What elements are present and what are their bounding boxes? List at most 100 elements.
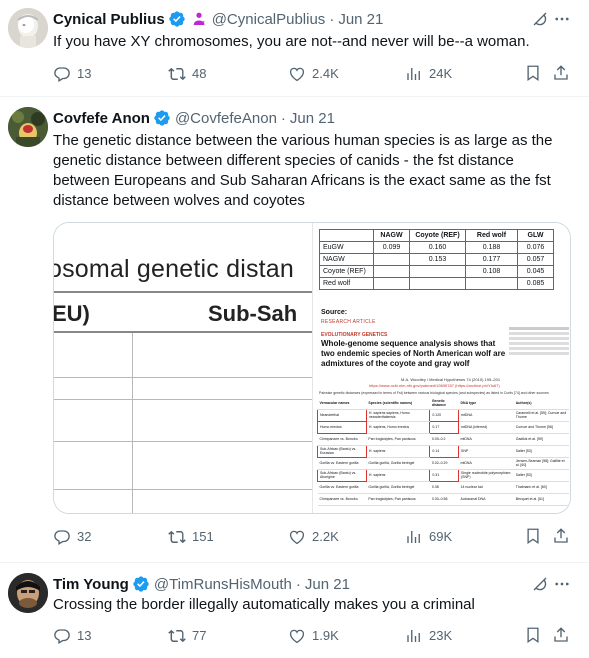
more-options-icon[interactable] (553, 575, 571, 593)
share-icon[interactable] (552, 626, 570, 644)
tweet-2[interactable]: Covfefe Anon @CovfefeAnon · Jun 21 The g… (0, 97, 589, 563)
tweet-date[interactable]: Jun 21 (338, 11, 383, 28)
author-handle[interactable]: @TimRunsHisMouth (154, 576, 292, 593)
share-icon[interactable] (552, 64, 570, 82)
species-cell: Sub-African (Bantu) vs. Eurasian (317, 444, 367, 458)
bookmark-icon[interactable] (524, 64, 542, 82)
bookmark-icon[interactable] (524, 626, 542, 644)
species-cell: mtDNA (458, 457, 514, 470)
species-cell: H. sapiens (366, 469, 430, 482)
author-handle[interactable]: @CovfefeAnon (175, 110, 277, 127)
views-icon (407, 630, 420, 642)
species-cell: mtDNA (458, 433, 514, 446)
tweet-actions: 32 151 2.2K 69K (53, 527, 573, 547)
fst-cell (409, 265, 466, 278)
fst-table: NAGW Coyote (REF) Red wolf GLW EuGW 0.09… (319, 229, 554, 290)
tweet-actions: 13 77 1.9K 23K (53, 626, 573, 646)
species-cell: 0.02–0.29 (429, 457, 459, 470)
more-options-icon[interactable] (553, 10, 571, 28)
reply-button[interactable]: 32 (53, 527, 91, 547)
image-grid-line (54, 399, 312, 400)
tweet-date[interactable]: Jun 21 (305, 576, 350, 593)
species-cell: mtDNA (inferred) (458, 421, 514, 434)
section-label: EVOLUTIONARY GENETICS (321, 332, 388, 338)
species-table-row: Gorilla vs. Eastern gorilla Gorilla gori… (317, 481, 569, 494)
repost-button[interactable]: 77 (168, 626, 206, 646)
views-icon (407, 68, 420, 80)
species-cell: Jensen-Seaman [58]; Gaillite et al. [60] (513, 457, 569, 470)
species-distance-table: Vernacular names Species (scientific nam… (317, 397, 569, 506)
species-cell: 0.120 (429, 408, 460, 422)
tweet-1[interactable]: Cynical Publius @CynicalPublius · Jun 21… (0, 0, 589, 97)
fst-cell: 0.108 (465, 265, 518, 278)
verified-badge-icon (169, 11, 185, 27)
species-cell: H. sapiens (366, 445, 430, 458)
repost-button[interactable]: 48 (168, 64, 206, 84)
image-grid-line (54, 441, 312, 442)
tweet-image[interactable]: osomal genetic distan EU) Sub-Sah NAGW C… (53, 222, 571, 514)
fst-cell: 0.085 (517, 277, 554, 290)
species-cell: SNP (458, 445, 514, 458)
avatar[interactable] (8, 573, 48, 613)
views-button[interactable]: 24K (405, 64, 452, 84)
species-cell: 0.17 (429, 420, 460, 434)
fst-cell: 0.045 (517, 265, 554, 278)
author-handle[interactable]: @CynicalPublius (212, 11, 326, 28)
bookmark-icon[interactable] (524, 527, 542, 545)
species-cell: Gorilla gorilla, Gorilla beringei (366, 457, 430, 470)
species-cell: Chimpanzee vs. Bonobo (317, 493, 367, 506)
fst-cell: 0.188 (465, 241, 518, 254)
fst-cell (373, 277, 410, 290)
fst-cell (373, 265, 410, 278)
grok-icon[interactable] (531, 10, 549, 28)
species-cell: Salter [53] (513, 445, 569, 458)
species-cell: 0.38 (429, 481, 459, 494)
author-name[interactable]: Tim Young (53, 576, 129, 593)
repost-icon (168, 530, 186, 544)
avatar[interactable] (8, 8, 48, 48)
species-cell: 0.09–0.2 (429, 433, 459, 446)
species-cell: Thalmann et al. [60] (513, 481, 569, 494)
share-icon[interactable] (552, 527, 570, 545)
species-cell: Pan troglodytes, Pan paniscus (366, 493, 430, 506)
fst-table-header: NAGW Coyote (REF) Red wolf GLW (319, 229, 554, 242)
reply-button[interactable]: 13 (53, 64, 91, 84)
species-cell: H. sapiens sapiens, Homo neanderthalensi… (366, 409, 430, 422)
heart-icon (289, 629, 305, 644)
fst-table-row: EuGW 0.099 0.160 0.188 0.076 (319, 241, 554, 254)
view-count: 24K (429, 66, 453, 81)
species-header-cell: Genetic distance (429, 397, 459, 410)
reply-button[interactable]: 13 (53, 626, 91, 646)
tweet-text: The genetic distance between the various… (53, 132, 553, 209)
species-table-row: Gorilla vs. Eastern gorilla Gorilla gori… (317, 457, 569, 470)
image-column-subsah: Sub-Sah (208, 301, 298, 326)
tweet-3[interactable]: Tim Young @TimRunsHisMouth · Jun 21 Cros… (0, 563, 589, 658)
fst-header-cell: Red wolf (465, 229, 518, 242)
fst-cell (409, 277, 466, 290)
like-button[interactable]: 2.2K (288, 527, 339, 547)
repost-button[interactable]: 151 (168, 527, 214, 547)
research-article-label: RESEARCH ARTICLE (321, 319, 376, 325)
tweet-date[interactable]: Jun 21 (290, 110, 335, 127)
avatar[interactable] (8, 107, 48, 147)
fst-header-cell (319, 229, 374, 242)
like-button[interactable]: 1.9K (288, 626, 339, 646)
fst-cell: 0.057 (517, 253, 554, 266)
species-table-row: Homo erectus H. sapiens, Homo erectus 0.… (317, 420, 569, 434)
species-cell: Sub-African (Bantu) vs. Aborigine (317, 468, 367, 482)
author-name[interactable]: Cynical Publius (53, 11, 165, 28)
paper-side-note (509, 327, 569, 355)
like-button[interactable]: 2.4K (288, 64, 339, 84)
like-count: 2.4K (312, 66, 339, 81)
species-cell: Caramelli et al. [55]; Curnoe and Thorne (513, 409, 569, 422)
species-cell: 0.14 (429, 444, 460, 458)
reply-count: 32 (77, 529, 92, 544)
fst-cell: 0.153 (409, 253, 466, 266)
grok-icon[interactable] (531, 575, 549, 593)
fst-header-cell: Coyote (REF) (409, 229, 466, 242)
species-cell: Curnoe and Thorne [56] (513, 421, 569, 434)
views-button[interactable]: 69K (405, 527, 452, 547)
species-cell: Homo erectus (317, 420, 367, 434)
views-button[interactable]: 23K (405, 626, 452, 646)
author-name[interactable]: Covfefe Anon (53, 110, 150, 127)
